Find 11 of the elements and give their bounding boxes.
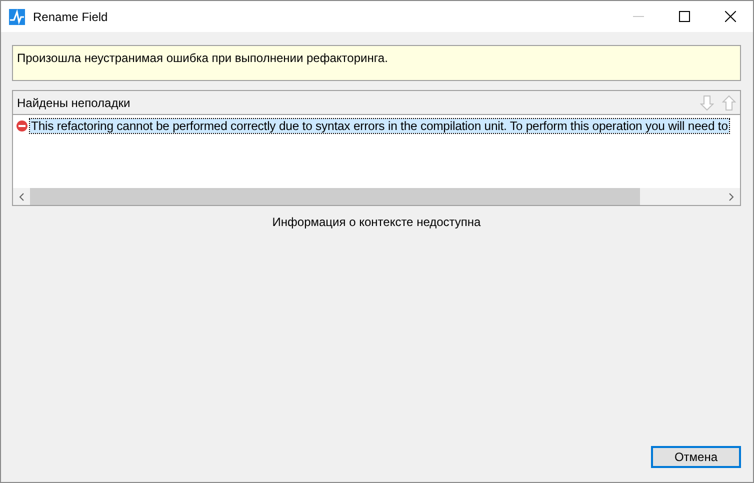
error-icon [16, 120, 28, 132]
window-title: Rename Field [33, 10, 109, 24]
scroll-left-icon[interactable] [19, 192, 24, 200]
panel-title: Найдены неполадки [17, 96, 132, 110]
context-info: Информация о контексте недоступна [272, 215, 481, 229]
horizontal-scrollbar[interactable] [13, 188, 740, 205]
problem-item[interactable]: This refactoring cannot be performed correctly due to syntax errors in the compilation unit. To perform this operation you will need to [30, 118, 729, 132]
error-message: Произошла неустранимая ошибка при выполнении рефакторинга. [12, 45, 741, 81]
scroll-right-icon[interactable] [729, 192, 734, 200]
cancel-button[interactable]: Отмена [651, 446, 741, 468]
app-logo-icon [9, 8, 25, 24]
